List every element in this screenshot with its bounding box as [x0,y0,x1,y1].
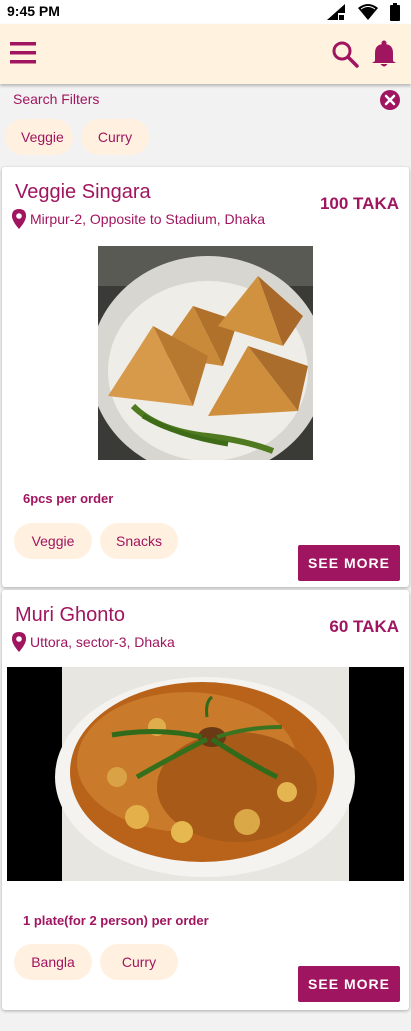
see-more-button[interactable]: SEE MORE [298,545,400,581]
food-price: 100 TAKA [319,194,399,213]
close-circle-icon[interactable] [379,89,401,111]
food-image-muri-ghonto [7,667,404,881]
tag-chip-bangla[interactable]: Bangla [14,944,92,980]
status-bar: 9:45 PM [0,0,411,24]
app-bar [0,24,411,84]
food-location-text: Uttora, sector-3, Dhaka [30,634,175,650]
see-more-button[interactable]: SEE MORE [298,966,400,1002]
filter-chip-curry[interactable]: Curry [81,119,149,155]
tag-chip-snacks[interactable]: Snacks [100,523,178,559]
food-note: 6pcs per order [23,491,114,506]
tag-chip-veggie[interactable]: Veggie [14,523,92,559]
signal-icon [327,4,345,20]
food-price: 60 TAKA [329,617,399,636]
status-icons [325,3,401,21]
status-time: 9:45 PM [7,3,60,19]
search-icon[interactable] [331,40,359,68]
location-pin-icon [12,209,26,229]
hamburger-menu-icon[interactable] [10,40,36,66]
food-image-singara [98,246,313,460]
battery-icon [390,3,400,21]
food-location: Mirpur-2, Opposite to Stadium, Dhaka [12,209,265,229]
food-card[interactable]: Veggie Singara 100 TAKA Mirpur-2, Opposi… [2,167,409,587]
food-location-text: Mirpur-2, Opposite to Stadium, Dhaka [30,211,265,227]
bell-icon[interactable] [371,40,397,68]
food-title: Muri Ghonto [15,604,126,626]
food-location: Uttora, sector-3, Dhaka [12,632,175,652]
food-card[interactable]: Muri Ghonto 60 TAKA Uttora, sector-3, Dh… [2,590,409,1010]
search-filters: Search Filters Veggie Curry [0,84,411,164]
tag-chip-curry[interactable]: Curry [100,944,178,980]
location-pin-icon [12,632,26,652]
filters-label: Search Filters [13,91,100,107]
filter-chip-veggie[interactable]: Veggie [5,119,73,155]
food-note: 1 plate(for 2 person) per order [23,913,209,928]
wifi-icon [358,4,378,20]
food-title: Veggie Singara [15,181,151,203]
